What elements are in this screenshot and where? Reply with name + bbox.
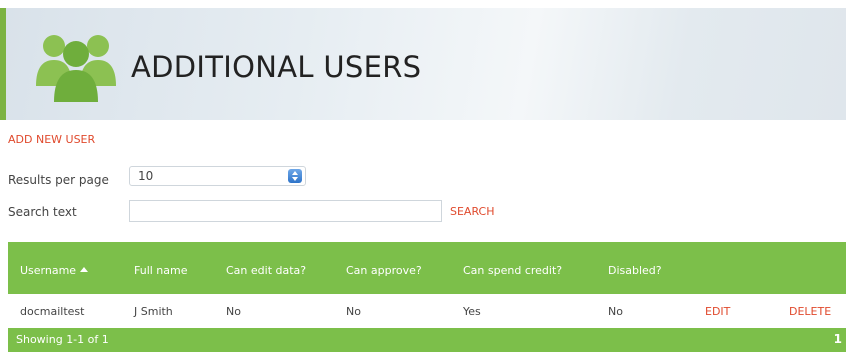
cell-disabled: No <box>608 305 623 318</box>
search-text-label: Search text <box>8 205 77 219</box>
results-per-page-select[interactable]: 10 <box>129 166 306 186</box>
users-group-icon <box>36 35 116 102</box>
column-header-can-approve[interactable]: Can approve? <box>346 264 422 277</box>
results-per-page-value: 10 <box>138 169 154 183</box>
sort-ascending-icon <box>80 267 89 272</box>
search-input[interactable] <box>129 200 442 222</box>
delete-link[interactable]: DELETE <box>789 305 831 318</box>
showing-count: Showing 1-1 of 1 <box>16 333 109 346</box>
page-header: ADDITIONAL USERS <box>0 8 846 120</box>
column-header-disabled[interactable]: Disabled? <box>608 264 662 277</box>
page-title: ADDITIONAL USERS <box>131 50 422 84</box>
column-header-username[interactable]: Username <box>20 264 89 277</box>
cell-username: docmailtest <box>20 305 85 318</box>
cell-can-edit: No <box>226 305 241 318</box>
search-button[interactable]: SEARCH <box>450 205 495 218</box>
results-per-page-label: Results per page <box>8 173 109 187</box>
table-footer: Showing 1-1 of 1 1 <box>8 328 846 352</box>
page-number[interactable]: 1 <box>834 332 842 346</box>
cell-can-spend: Yes <box>463 305 481 318</box>
cell-can-approve: No <box>346 305 361 318</box>
add-new-user-link[interactable]: ADD NEW USER <box>8 133 95 146</box>
column-header-can-spend[interactable]: Can spend credit? <box>463 264 562 277</box>
select-arrows-icon[interactable] <box>288 169 302 183</box>
cell-full-name: J Smith <box>134 305 173 318</box>
edit-link[interactable]: EDIT <box>705 305 730 318</box>
column-header-can-edit[interactable]: Can edit data? <box>226 264 306 277</box>
table-header: Username Full name Can edit data? Can ap… <box>8 242 846 294</box>
table-row: docmailtest J Smith No No Yes No EDIT DE… <box>8 294 846 328</box>
column-header-full-name[interactable]: Full name <box>134 264 188 277</box>
